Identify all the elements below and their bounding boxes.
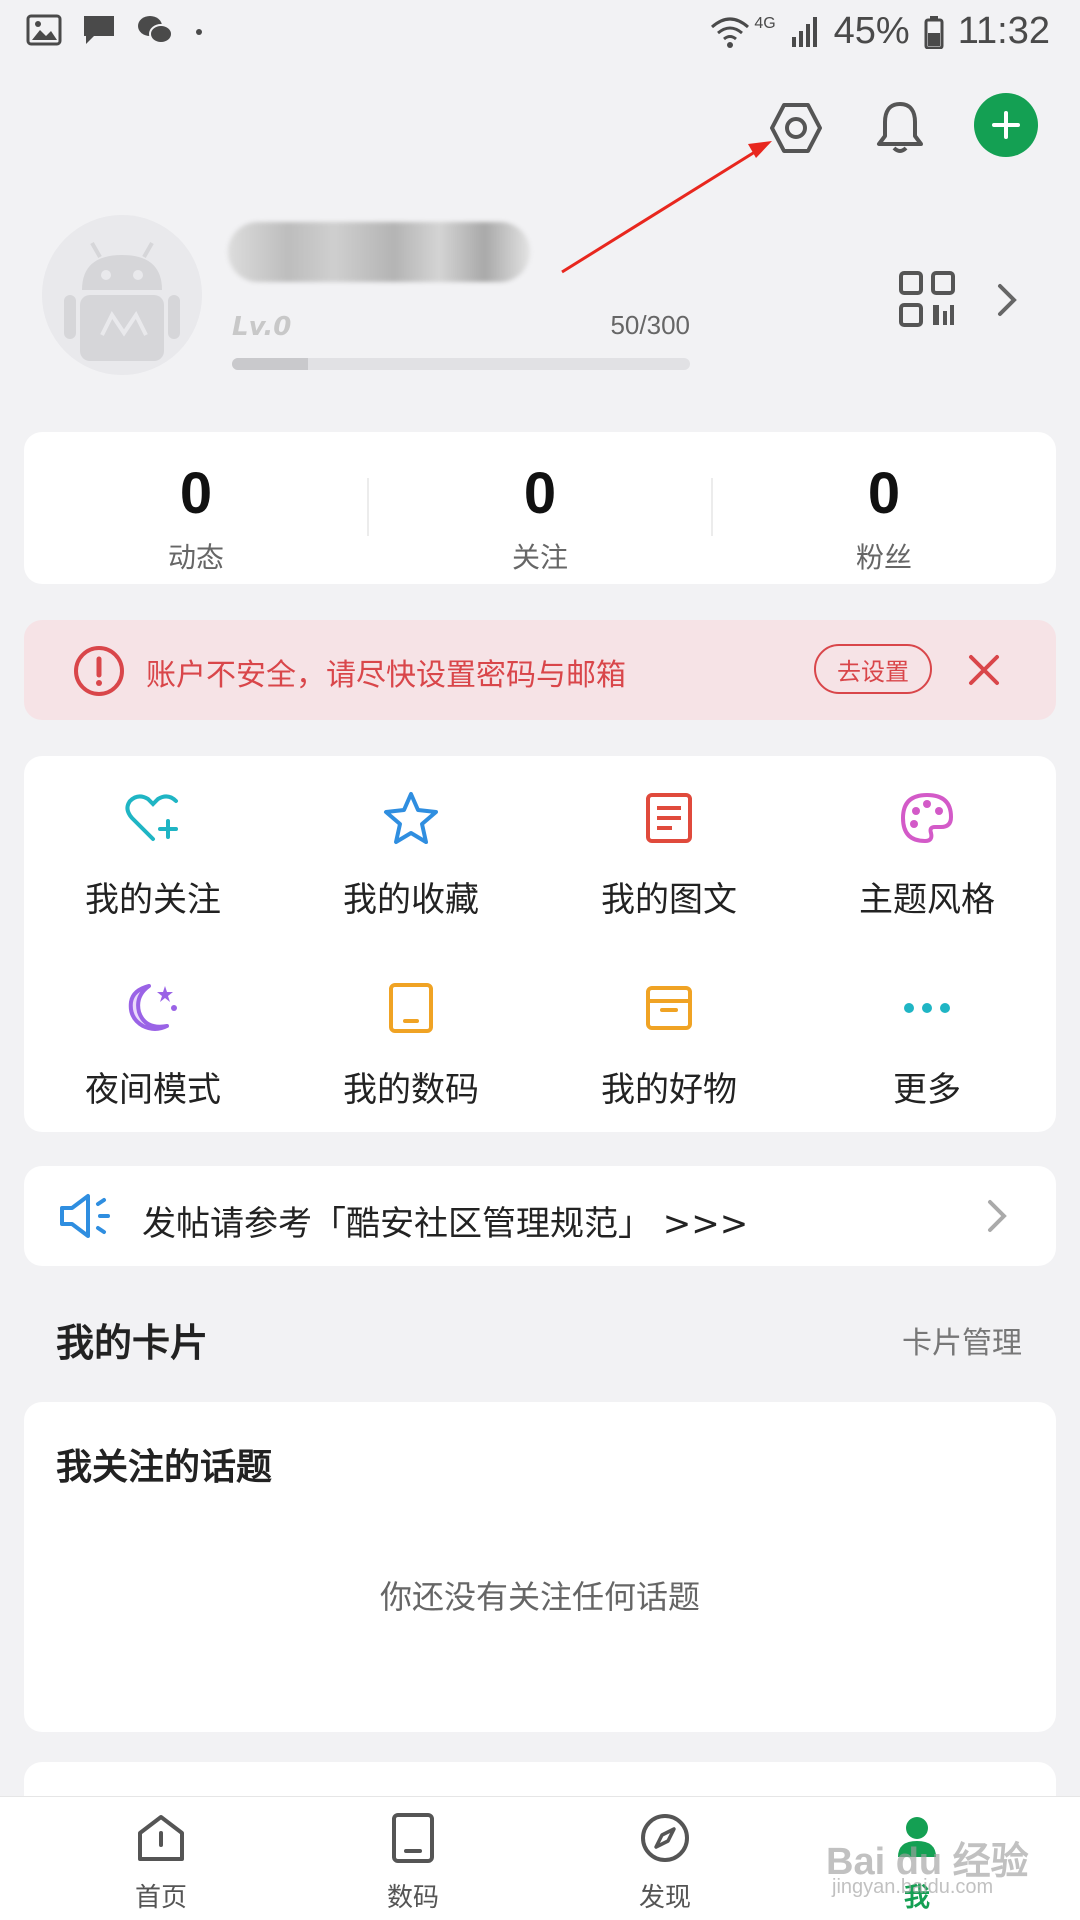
heart-plus-icon [121, 786, 185, 850]
card-manage-link[interactable]: 卡片管理 [902, 1318, 1022, 1362]
stat-label: 粉丝 [855, 541, 912, 574]
qr-code-icon[interactable] [898, 270, 956, 328]
nav-home[interactable]: 首页 [26, 1797, 296, 1920]
compass-icon [641, 1814, 689, 1862]
notification-icons [26, 14, 204, 46]
grid-label: 我的好物 [601, 1070, 737, 1110]
nav-discover[interactable]: 发现 [530, 1797, 800, 1920]
box-icon [637, 976, 701, 1040]
settings-hexagon-icon [770, 103, 822, 153]
add-post-button[interactable] [974, 93, 1038, 157]
stat-fans[interactable]: 0 粉丝 [712, 432, 1056, 584]
grid-item-my-posts[interactable]: 我的图文 [540, 756, 798, 920]
tablet-icon [392, 1813, 434, 1863]
stat-following[interactable]: 0 关注 [368, 432, 712, 584]
moon-icon [121, 976, 185, 1040]
battery-icon [924, 15, 944, 49]
stat-posts[interactable]: 0 动态 [24, 432, 368, 584]
nav-label: 数码 [386, 1883, 439, 1913]
stat-value: 0 [523, 461, 557, 526]
grid-item-my-follows[interactable]: 我的关注 [24, 756, 282, 920]
notifications-button[interactable] [862, 90, 938, 166]
tablet-icon [379, 976, 443, 1040]
notice-text: 发帖请参考「酷安社区管理规范」 >>> [142, 1204, 749, 1244]
exp-count: 50/300 [610, 310, 690, 340]
grid-label: 夜间模式 [85, 1070, 221, 1110]
grid-item-my-digital[interactable]: 我的数码 [282, 946, 540, 1110]
topic-card-title: 我关注的话题 [56, 1447, 273, 1488]
grid-label: 我的图文 [601, 880, 737, 920]
stat-value: 0 [179, 461, 213, 526]
wifi-icon [711, 17, 750, 48]
grid-item-night-mode[interactable]: 夜间模式 [24, 946, 282, 1110]
username-blurred [228, 222, 530, 282]
go-settings-button[interactable]: 去设置 [814, 644, 932, 694]
clock: 11:32 [957, 10, 1050, 52]
dot-icon [196, 29, 202, 35]
palette-icon [895, 786, 959, 850]
grid-label: 我的关注 [85, 880, 221, 920]
signal-icon [791, 16, 817, 47]
community-rules-notice[interactable]: 发帖请参考「酷安社区管理规范」 >>> [24, 1166, 1056, 1266]
star-icon [379, 786, 443, 850]
security-warning-banner: 账户不安全，请尽快设置密码与邮箱 去设置 [24, 620, 1056, 720]
stats-card: 0 动态 0 关注 0 粉丝 [24, 432, 1056, 584]
user-level: Lv.0 [232, 312, 292, 342]
android-avatar-icon [42, 215, 202, 375]
grid-item-more[interactable]: 更多 [798, 946, 1056, 1110]
nav-label: 首页 [134, 1883, 187, 1913]
watermark-url: jingyan.baidu.com [832, 1876, 994, 1898]
exp-progress-bar [232, 358, 690, 370]
profile-chevron-icon[interactable] [992, 280, 1022, 320]
avatar[interactable] [42, 215, 202, 375]
status-bar: 4G 45% 11:32 [0, 0, 1080, 66]
gallery-icon [26, 14, 62, 46]
exp-progress-fill [232, 358, 309, 370]
settings-button[interactable] [758, 90, 834, 166]
grid-item-theme[interactable]: 主题风格 [798, 756, 1056, 920]
wechat-icon [138, 16, 173, 44]
bell-icon [877, 102, 923, 153]
nav-label: 发现 [638, 1883, 691, 1913]
grid-item-my-goods[interactable]: 我的好物 [540, 946, 798, 1110]
close-icon[interactable] [964, 650, 1004, 690]
network-type: 4G [754, 14, 776, 32]
plus-icon [992, 111, 1020, 139]
grid-label: 我的收藏 [343, 880, 479, 920]
battery-percent: 45% [833, 10, 910, 52]
message-icon [84, 16, 114, 44]
warning-info-icon [74, 646, 124, 696]
warning-text: 账户不安全，请尽快设置密码与邮箱 [146, 658, 626, 693]
more-dots-icon [895, 976, 959, 1040]
feature-grid-card: 我的关注 我的收藏 我的图文 主题风格 夜间模式 我的数码 我的好物 更多 [24, 756, 1056, 1132]
grid-label: 主题风格 [859, 880, 995, 920]
grid-label: 我的数码 [343, 1070, 479, 1110]
followed-topics-card: 我关注的话题 你还没有关注任何话题 [24, 1402, 1056, 1732]
empty-state-text: 你还没有关注任何话题 [379, 1578, 700, 1616]
stat-label: 关注 [511, 541, 568, 574]
document-icon [637, 786, 701, 850]
chevron-right-icon [988, 1200, 1007, 1232]
speaker-icon [60, 1194, 110, 1238]
nav-digital[interactable]: 数码 [278, 1797, 548, 1920]
grid-label: 更多 [893, 1070, 961, 1110]
grid-item-favorites[interactable]: 我的收藏 [282, 756, 540, 920]
stat-value: 0 [867, 461, 901, 526]
stat-label: 动态 [167, 541, 224, 574]
my-cards-title: 我的卡片 [56, 1321, 209, 1365]
home-icon [138, 1815, 184, 1861]
